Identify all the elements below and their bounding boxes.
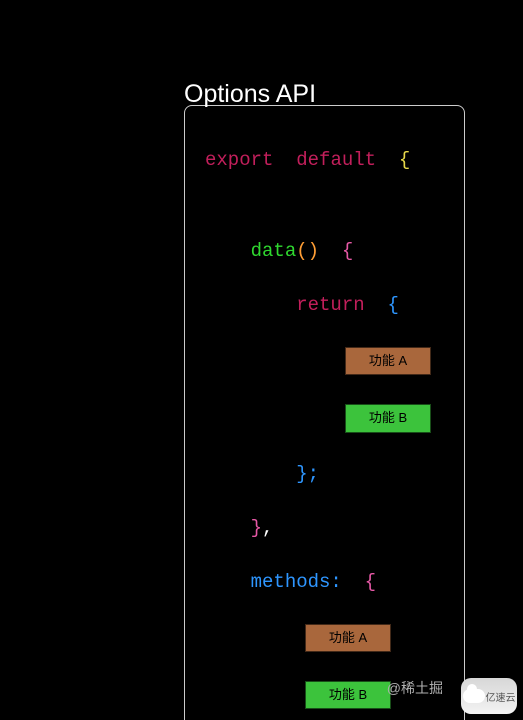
keyword-return: return	[296, 294, 364, 316]
code-block: export default { data() { return { 功能 A …	[184, 105, 465, 720]
brace-open: {	[399, 149, 410, 171]
footer-logo: 亿速云	[461, 678, 517, 714]
footer-brand-text: 亿速云	[486, 689, 516, 704]
feature-tag-a: 功能 A	[305, 624, 391, 652]
paren-open: (	[296, 240, 307, 262]
panel-title: Options API	[184, 82, 465, 107]
brace-open: {	[387, 294, 398, 316]
brace-close: }	[251, 517, 262, 539]
comma: ,	[262, 517, 273, 539]
brace-open: {	[365, 571, 376, 593]
semicolon: ;	[308, 463, 319, 485]
feature-tag-a: 功能 A	[345, 347, 431, 375]
cloud-icon	[463, 689, 485, 703]
code-content: export default { data() { return { 功能 A …	[205, 120, 454, 720]
watermark-text: @稀土掘	[387, 678, 443, 698]
prop-methods: methods:	[251, 571, 342, 593]
brace-open: {	[342, 240, 353, 262]
fn-data: data	[251, 240, 297, 262]
keyword-export: export	[205, 149, 273, 171]
feature-tag-b: 功能 B	[305, 681, 391, 709]
options-api-panel: Options API export default { data() { re…	[184, 82, 465, 720]
keyword-default: default	[296, 149, 376, 171]
brace-close: }	[296, 463, 307, 485]
feature-tag-b: 功能 B	[345, 404, 431, 432]
paren-close: )	[308, 240, 319, 262]
